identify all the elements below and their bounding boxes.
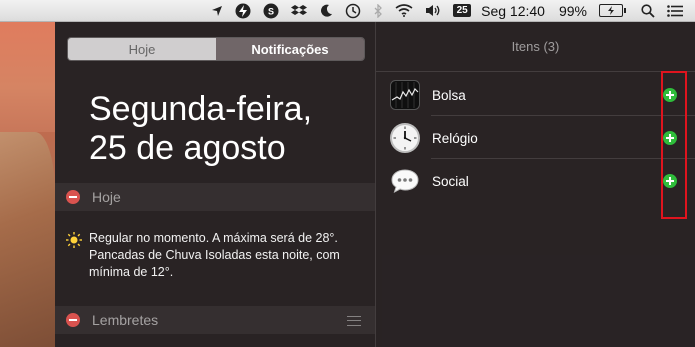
weather-summary: Regular no momento. A máxima será de 28°… bbox=[65, 230, 365, 281]
reminders-section-label: Lembretes bbox=[92, 312, 159, 328]
dropbox-icon[interactable] bbox=[291, 0, 308, 22]
caffeine-icon[interactable] bbox=[319, 0, 333, 22]
divider bbox=[431, 115, 695, 116]
date-day-month: 25 de agosto bbox=[89, 129, 286, 167]
stocks-icon bbox=[390, 80, 420, 110]
item-label: Relógio bbox=[432, 130, 478, 146]
list-item-social[interactable]: Social bbox=[376, 160, 695, 202]
highlight-annotation-box bbox=[661, 71, 687, 219]
reminders-section-header: Lembretes bbox=[55, 306, 375, 334]
tab-notifications[interactable]: Notificações bbox=[216, 38, 364, 60]
skype-icon[interactable]: S bbox=[263, 0, 279, 22]
calendar-day-badge[interactable]: 25 bbox=[453, 4, 472, 17]
flux-icon[interactable] bbox=[235, 0, 251, 22]
tab-today[interactable]: Hoje bbox=[68, 38, 216, 60]
date-heading: Segunda-feira, 25 de agosto bbox=[89, 90, 312, 168]
items-panel: Itens (3) Bolsa Relógio Social bbox=[376, 22, 695, 347]
weather-line: Regular no momento. A máxima será de 28°… bbox=[89, 231, 338, 245]
spotlight-search-icon[interactable] bbox=[641, 0, 655, 22]
weather-line: Pancadas de Chuva Isoladas esta noite, c… bbox=[89, 248, 340, 262]
divider bbox=[431, 158, 695, 159]
items-title: Itens (3) bbox=[511, 39, 560, 54]
battery-percent[interactable]: 99% bbox=[559, 0, 587, 22]
weather-text: Regular no momento. A máxima será de 28°… bbox=[89, 230, 340, 281]
social-icon bbox=[390, 166, 420, 196]
sun-icon bbox=[65, 231, 83, 249]
wifi-icon[interactable] bbox=[395, 0, 413, 22]
wallpaper-sky bbox=[0, 22, 55, 132]
today-section-label: Hoje bbox=[92, 189, 121, 205]
wallpaper-rock bbox=[0, 132, 55, 347]
weather-line: mínima de 12°. bbox=[89, 265, 174, 279]
menubar-clock[interactable]: Seg 12:40 bbox=[481, 0, 545, 22]
menu-bar: S 25 Seg 12:40 99% bbox=[0, 0, 695, 22]
view-tabs: Hoje Notificações bbox=[67, 37, 365, 61]
item-label: Social bbox=[432, 173, 469, 189]
desktop-wallpaper bbox=[0, 22, 55, 347]
clock-icon bbox=[390, 123, 420, 153]
list-item-relogio[interactable]: Relógio bbox=[376, 117, 695, 159]
battery-charging-icon[interactable] bbox=[599, 0, 626, 22]
location-arrow-icon[interactable] bbox=[211, 0, 223, 22]
notification-center-icon[interactable] bbox=[667, 0, 683, 22]
today-section-header: Hoje bbox=[55, 183, 375, 211]
date-weekday: Segunda-feira, bbox=[89, 90, 313, 128]
list-item-bolsa[interactable]: Bolsa bbox=[376, 74, 695, 116]
bluetooth-icon[interactable] bbox=[373, 0, 383, 22]
remove-widget-button[interactable] bbox=[66, 313, 80, 327]
drag-handle-icon[interactable] bbox=[347, 316, 361, 326]
notification-center-panel: Hoje Notificações Segunda-feira, 25 de a… bbox=[55, 22, 695, 347]
time-machine-icon[interactable] bbox=[345, 0, 361, 22]
svg-text:S: S bbox=[268, 6, 274, 16]
today-view: Hoje Notificações Segunda-feira, 25 de a… bbox=[55, 22, 376, 347]
remove-widget-button[interactable] bbox=[66, 190, 80, 204]
item-label: Bolsa bbox=[432, 87, 466, 103]
volume-icon[interactable] bbox=[425, 0, 441, 22]
divider bbox=[376, 71, 695, 72]
